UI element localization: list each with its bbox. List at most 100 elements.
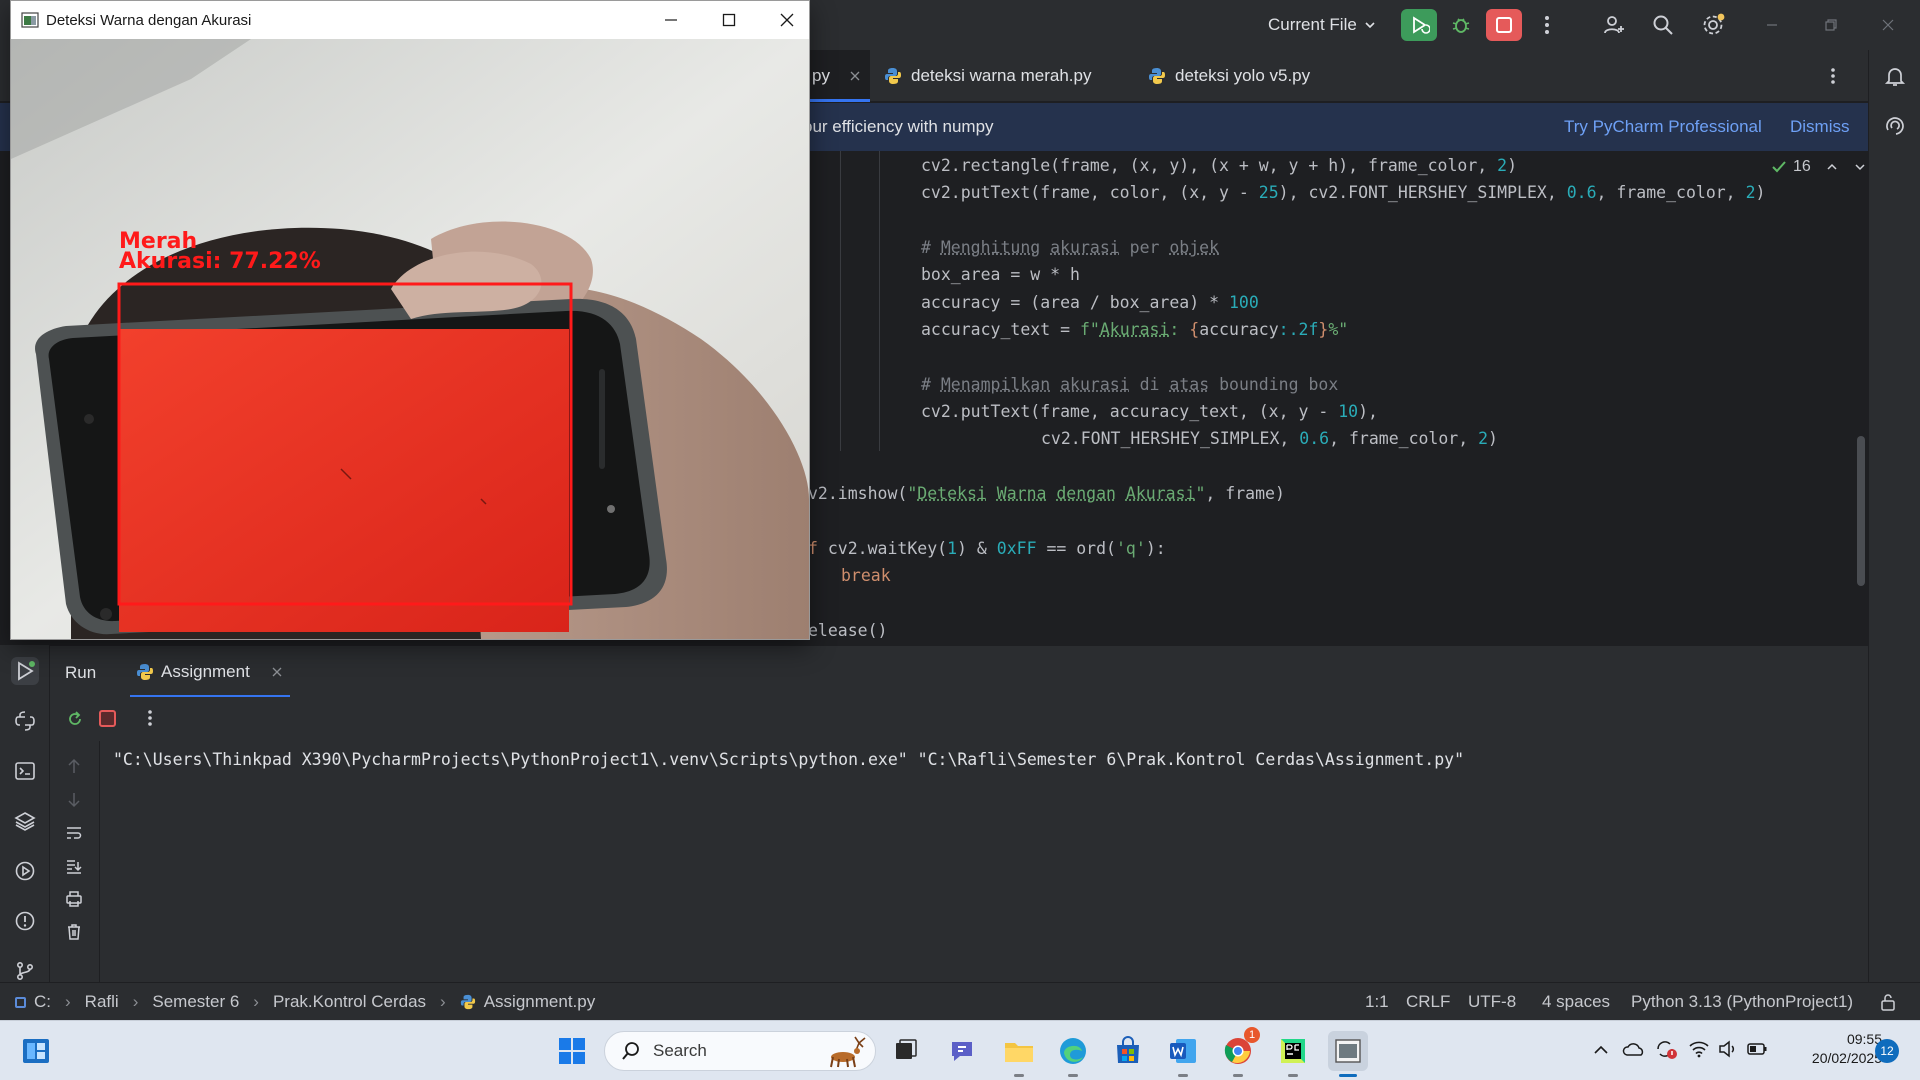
git-branch-icon bbox=[16, 961, 34, 981]
windows-taskbar: Search 1 09:55 20/02/2025 12 bbox=[0, 1020, 1920, 1080]
breadcrumb-item[interactable]: Assignment.py bbox=[484, 992, 596, 1012]
restore-icon bbox=[1825, 19, 1837, 31]
edge-button[interactable] bbox=[1053, 1031, 1093, 1077]
search-placeholder: Search bbox=[653, 1041, 707, 1060]
onedrive-icon[interactable] bbox=[1622, 1040, 1646, 1058]
dismiss-link[interactable]: Dismiss bbox=[1790, 117, 1850, 137]
file-explorer-button[interactable] bbox=[999, 1031, 1039, 1077]
file-encoding[interactable]: UTF-8 bbox=[1468, 992, 1516, 1012]
opencv-window-button[interactable] bbox=[1328, 1031, 1368, 1077]
cv-maximize-button[interactable] bbox=[705, 5, 753, 35]
running-indicator bbox=[1068, 1074, 1078, 1077]
teams-chat-button[interactable] bbox=[943, 1031, 983, 1071]
services-button[interactable] bbox=[11, 857, 39, 885]
folder-icon bbox=[1005, 1043, 1033, 1062]
opencv-preview-window[interactable]: Deteksi Warna dengan Akurasi Merah Akura… bbox=[10, 0, 810, 640]
try-professional-link[interactable]: Try PyCharm Professional bbox=[1564, 117, 1762, 137]
battery-icon[interactable] bbox=[1746, 1040, 1768, 1058]
debug-button[interactable] bbox=[1443, 9, 1479, 41]
notifications-button[interactable] bbox=[1881, 62, 1909, 90]
deer-illustration-icon bbox=[830, 1036, 866, 1068]
rerun-button[interactable] bbox=[65, 709, 85, 734]
terminal-button[interactable] bbox=[11, 757, 39, 785]
layers-icon bbox=[14, 812, 36, 831]
stop-icon bbox=[1496, 17, 1512, 33]
more-actions-button[interactable] bbox=[1529, 9, 1565, 41]
widgets-button[interactable] bbox=[16, 1031, 56, 1071]
inspection-count: 16 bbox=[1793, 158, 1811, 175]
layers-button[interactable] bbox=[11, 807, 39, 835]
code-line: # Menampilkan akurasi di atas bounding b… bbox=[921, 375, 1339, 394]
window-close-button[interactable] bbox=[1870, 9, 1906, 41]
problems-button[interactable] bbox=[11, 907, 39, 935]
arrow-up-icon[interactable] bbox=[65, 757, 83, 775]
ai-assistant-button[interactable] bbox=[1881, 112, 1909, 140]
breadcrumb-item[interactable]: C: bbox=[34, 992, 51, 1012]
maximize-icon bbox=[722, 13, 736, 27]
soft-wrap-icon[interactable] bbox=[65, 824, 83, 842]
chevron-up-icon[interactable] bbox=[1593, 1043, 1609, 1057]
scroll-to-end-icon[interactable] bbox=[65, 857, 83, 875]
chrome-button[interactable]: 1 bbox=[1218, 1027, 1260, 1077]
start-button[interactable] bbox=[552, 1031, 592, 1071]
breadcrumb-item[interactable]: Prak.Kontrol Cerdas bbox=[273, 992, 426, 1012]
cv-minimize-button[interactable] bbox=[647, 5, 695, 35]
console-output-area[interactable]: "C:\Users\Thinkpad X390\PycharmProjects\… bbox=[100, 741, 1868, 982]
more-vertical-icon bbox=[148, 710, 152, 726]
pycharm-button[interactable] bbox=[1273, 1031, 1313, 1077]
python-packages-button[interactable] bbox=[11, 707, 39, 735]
line-separator[interactable]: CRLF bbox=[1406, 992, 1450, 1012]
stop-process-button[interactable] bbox=[99, 710, 116, 727]
breadcrumb-item[interactable]: Semester 6 bbox=[152, 992, 239, 1012]
indent-setting[interactable]: 4 spaces bbox=[1542, 992, 1610, 1012]
active-indicator bbox=[1339, 1074, 1357, 1077]
code-line: accuracy_text = f"Akurasi: {accuracy:.2f… bbox=[921, 320, 1349, 339]
print-icon[interactable] bbox=[65, 890, 83, 908]
lock-icon[interactable] bbox=[1880, 993, 1896, 1011]
tab-overflow-button[interactable] bbox=[1830, 50, 1836, 102]
microsoft-store-button[interactable] bbox=[1108, 1031, 1148, 1071]
code-line: elease() bbox=[808, 621, 888, 640]
close-icon bbox=[780, 13, 794, 27]
minimize-icon bbox=[1767, 24, 1777, 26]
arrow-down-icon[interactable] bbox=[65, 791, 83, 809]
stop-button[interactable] bbox=[1486, 9, 1522, 41]
cv-close-button[interactable] bbox=[763, 5, 811, 35]
window-restore-button[interactable] bbox=[1813, 9, 1849, 41]
python-file-icon bbox=[885, 68, 901, 84]
chevron-up-icon[interactable] bbox=[1825, 160, 1839, 174]
notification-count-badge[interactable]: 12 bbox=[1875, 1039, 1899, 1063]
settings-button[interactable] bbox=[1695, 9, 1731, 41]
search-everywhere-button[interactable] bbox=[1645, 9, 1681, 41]
code-with-me-button[interactable] bbox=[1596, 9, 1632, 41]
tab-deteksi-yolo[interactable]: deteksi yolo v5.py bbox=[1148, 50, 1310, 102]
caret-position[interactable]: 1:1 bbox=[1365, 992, 1389, 1012]
task-view-button[interactable] bbox=[886, 1031, 926, 1071]
taskbar-search[interactable]: Search bbox=[604, 1031, 876, 1071]
trash-icon[interactable] bbox=[65, 923, 83, 941]
python-interpreter[interactable]: Python 3.13 (PythonProject1) bbox=[1631, 992, 1853, 1012]
close-icon[interactable] bbox=[849, 70, 861, 82]
system-clock[interactable]: 09:55 20/02/2025 bbox=[1772, 1030, 1882, 1068]
breadcrumb-item[interactable]: Rafli bbox=[85, 992, 119, 1012]
code-line: cv2.FONT_HERSHEY_SIMPLEX, 0.6, frame_col… bbox=[1041, 429, 1498, 448]
window-minimize-button[interactable] bbox=[1754, 9, 1790, 41]
run-config-tab[interactable]: Assignment bbox=[136, 646, 283, 698]
tab-deteksi-warna-merah[interactable]: deteksi warna merah.py bbox=[884, 50, 1091, 102]
git-button[interactable] bbox=[11, 957, 39, 985]
word-button[interactable] bbox=[1163, 1031, 1203, 1077]
chevron-down-icon[interactable] bbox=[1853, 160, 1867, 174]
run-button[interactable] bbox=[1401, 9, 1437, 41]
editor-scrollbar[interactable] bbox=[1857, 436, 1865, 586]
opencv-window-titlebar[interactable]: Deteksi Warna dengan Akurasi bbox=[11, 1, 809, 39]
volume-icon[interactable] bbox=[1717, 1039, 1739, 1059]
code-line: break bbox=[841, 566, 891, 585]
inspection-widget[interactable]: 16 bbox=[1771, 158, 1867, 176]
run-tool-button[interactable] bbox=[11, 657, 39, 685]
run-more-button[interactable] bbox=[147, 709, 153, 732]
sync-alert-icon[interactable] bbox=[1654, 1038, 1678, 1060]
wifi-icon[interactable] bbox=[1688, 1039, 1710, 1059]
chevron-right-icon: › bbox=[440, 992, 446, 1011]
run-config-selector[interactable]: Current File bbox=[1268, 13, 1377, 37]
close-icon[interactable] bbox=[271, 666, 283, 678]
